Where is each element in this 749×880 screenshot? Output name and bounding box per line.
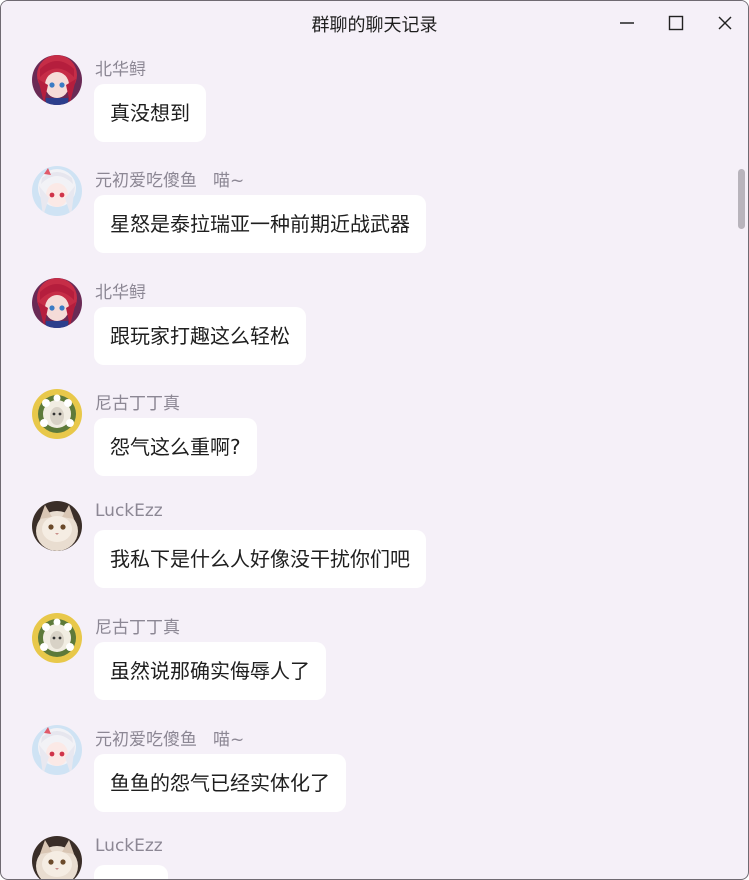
message-bubble[interactable]: 真没想到 [94,84,206,142]
message-bubble[interactable]: 星怒是泰拉瑞亚一种前期近战武器 [94,195,426,253]
sender-title-badge: 喵~ [213,171,245,191]
maximize-icon [668,15,684,31]
chat-history-window: 群聊的聊天记录 北华鲟 真没想到 元初爱吃傻鱼 喵~ 星怒是泰拉瑞亚一种前期近战… [0,0,749,880]
sender-name: 尼古丁丁真 [95,389,180,414]
message-bubble[interactable] [94,865,168,879]
scrollbar-thumb[interactable] [738,169,745,229]
message-bubble[interactable]: 跟玩家打趣这么轻松 [94,307,306,365]
sender-name-text: 北华鲟 [95,283,146,303]
message-list[interactable]: 北华鲟 真没想到 元初爱吃傻鱼 喵~ 星怒是泰拉瑞亚一种前期近战武器 北华鲟 跟… [1,45,748,879]
message-bubble[interactable]: 我私下是什么人好像没干扰你们吧 [94,530,426,588]
close-button[interactable] [700,1,748,45]
sender-name-text: LuckEzz [95,836,163,856]
avatar[interactable] [32,501,82,551]
fluffy-cat-avatar [32,501,82,551]
sender-name: 元初爱吃傻鱼 喵~ [95,725,244,750]
red-haired-anime-girl-avatar [32,55,82,105]
avatar[interactable] [32,389,82,439]
maximize-button[interactable] [651,1,701,45]
minimize-button[interactable] [602,1,652,45]
white-haired-anime-girl-avatar [32,725,82,775]
sender-name: 元初爱吃傻鱼 喵~ [95,166,244,191]
flower-wreath-character-avatar [32,613,82,663]
message-bubble[interactable]: 怨气这么重啊? [94,418,257,476]
sender-name: LuckEzz [95,836,163,856]
avatar[interactable] [32,725,82,775]
message-bubble[interactable]: 虽然说那确实侮辱人了 [94,642,326,700]
sender-name-text: LuckEzz [95,501,163,521]
sender-name: 尼古丁丁真 [95,613,180,638]
fluffy-cat-avatar [32,836,82,879]
sender-name-text: 北华鲟 [95,60,146,80]
close-icon [718,16,732,30]
title-bar[interactable]: 群聊的聊天记录 [1,1,748,45]
red-haired-anime-girl-avatar [32,278,82,328]
avatar[interactable] [32,278,82,328]
minimize-icon [620,22,634,24]
sender-name-text: 元初爱吃傻鱼 [95,171,197,191]
sender-name: 北华鲟 [95,55,146,80]
sender-title-badge: 喵~ [213,730,245,750]
sender-name-text: 尼古丁丁真 [95,618,180,638]
flower-wreath-character-avatar [32,389,82,439]
sender-name: 北华鲟 [95,278,146,303]
message-bubble[interactable]: 鱼鱼的怨气已经实体化了 [94,754,346,812]
sender-name-text: 尼古丁丁真 [95,394,180,414]
white-haired-anime-girl-avatar [32,166,82,216]
avatar[interactable] [32,55,82,105]
avatar[interactable] [32,836,82,879]
sender-name: LuckEzz [95,501,163,521]
avatar[interactable] [32,166,82,216]
avatar[interactable] [32,613,82,663]
sender-name-text: 元初爱吃傻鱼 [95,730,197,750]
